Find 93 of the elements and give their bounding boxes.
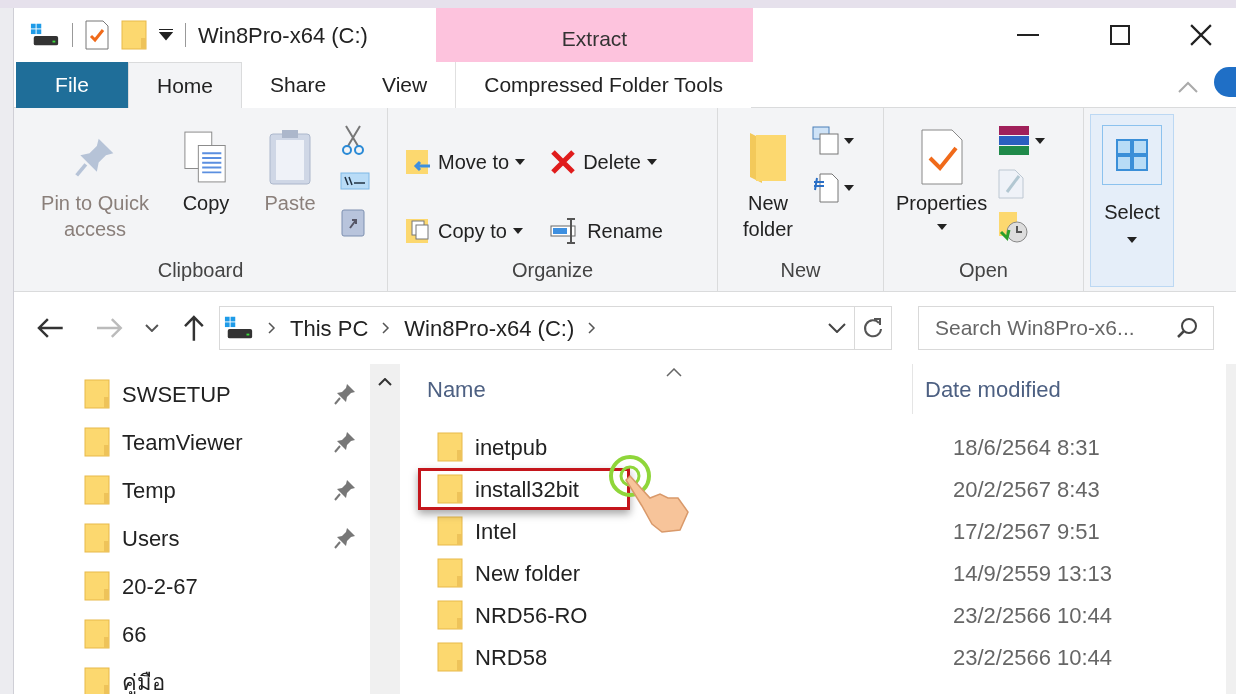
breadcrumb[interactable]: Win8Pro-x64 (C:) (404, 311, 575, 345)
chevron-down-icon[interactable] (145, 324, 160, 332)
ribbon-button[interactable]: Move to (404, 138, 526, 187)
ribbon-button[interactable]: Copy to (404, 206, 526, 255)
ribbon-button[interactable]: Delete (539, 138, 663, 187)
extract-context-header: Extract (436, 8, 753, 62)
caret-icon (844, 185, 854, 191)
paste-shortcut-icon[interactable] (340, 206, 366, 238)
folder-icon (84, 379, 110, 409)
drive-icon (30, 22, 60, 48)
folder-icon (121, 20, 147, 50)
nav-item[interactable]: Temp (14, 466, 370, 514)
back-arrow-icon[interactable] (36, 317, 64, 339)
file-name[interactable]: NRD56-RO (418, 594, 630, 636)
caret-icon (515, 159, 526, 166)
grid-icon (1116, 139, 1148, 171)
help-icon[interactable] (1214, 67, 1236, 97)
file-name[interactable]: Intel (418, 510, 630, 552)
caret-icon (646, 159, 657, 166)
clipboard-icon (268, 128, 312, 186)
group-label: Organize (511, 258, 594, 283)
folder-icon (84, 475, 110, 505)
folder-icon (84, 667, 110, 694)
folder-icon (437, 516, 463, 546)
date-cell-text: 23/2/2566 10:44 (953, 601, 1113, 630)
drive-icon (224, 315, 255, 341)
folder-arrow-icon (404, 148, 432, 177)
sort-caret-icon (666, 368, 682, 377)
scrollbar[interactable] (370, 364, 400, 694)
file-name[interactable]: NRD58 (418, 636, 630, 678)
folder-icon (437, 474, 463, 504)
file-name[interactable]: New folder (418, 552, 630, 594)
ribbon-tab[interactable]: Compressed Folder Tools (455, 62, 752, 108)
caret-icon (512, 227, 523, 234)
scroll-up-icon[interactable] (378, 378, 392, 386)
date-cell-text: 14/9/2559 13:13 (953, 559, 1113, 588)
search-field[interactable]: Search Win8Pro-x6... (918, 306, 1214, 350)
select-button[interactable]: Select (1090, 114, 1174, 287)
copy-path-icon[interactable] (340, 172, 370, 190)
nav-item[interactable]: Users (14, 514, 370, 562)
date-cell-text: 20/2/2567 8:43 (953, 475, 1100, 504)
caret-icon (936, 224, 947, 230)
date-cell-text: 18/6/2564 8:31 (953, 433, 1100, 462)
properties-icon (919, 128, 964, 186)
caret-icon (1127, 237, 1137, 243)
date-cell-text: 23/2/2566 10:44 (953, 643, 1113, 672)
folder-icon (84, 571, 110, 601)
address-bar[interactable]: This PC Win8Pro-x64 (C:) (219, 306, 892, 350)
ribbon-tab[interactable]: Home (128, 62, 243, 108)
nav-item[interactable]: 66 (14, 610, 370, 658)
caret-icon (1035, 138, 1046, 144)
history-icon[interactable] (997, 210, 1030, 244)
ribbon-button[interactable]: New folder (738, 124, 798, 255)
scissors-icon[interactable] (340, 124, 366, 156)
checklist-page-icon (85, 20, 109, 50)
group-label: Clipboard (157, 258, 244, 283)
file-name[interactable]: inetpub (418, 426, 630, 468)
breadcrumb-chevron-icon[interactable] (588, 322, 597, 334)
breadcrumb-chevron-icon[interactable] (382, 322, 391, 334)
close-icon (1190, 24, 1212, 46)
copy-icon (183, 129, 229, 185)
search-icon (1176, 317, 1198, 339)
nav-item[interactable]: 20-2-67 (14, 562, 370, 610)
window-title: Win8Pro-x64 (C:) (198, 21, 369, 50)
group-label: New (780, 258, 821, 283)
up-arrow-icon[interactable] (183, 314, 206, 342)
breadcrumb[interactable]: This PC (290, 311, 369, 345)
dropdown-icon[interactable] (159, 29, 173, 41)
folder-icon (437, 600, 463, 630)
file-name[interactable]: install32bit (418, 468, 630, 510)
folder-icon (84, 523, 110, 553)
archive-books-icon[interactable] (997, 124, 1032, 158)
ribbon-button[interactable]: Copy (168, 124, 244, 216)
folder-icon (437, 642, 463, 672)
column-header[interactable]: Date modified (925, 373, 1061, 416)
folder-icon (437, 432, 463, 462)
date-cell-text: 17/2/2567 9:51 (953, 517, 1100, 546)
easy-access-icon[interactable] (812, 172, 840, 204)
folder-icon (84, 619, 110, 649)
folder-icon (84, 427, 110, 457)
refresh-icon[interactable] (863, 317, 883, 339)
group-label: Open (959, 258, 1008, 283)
ribbon-tab[interactable]: File (16, 62, 128, 108)
chevron-down-icon[interactable] (828, 323, 846, 333)
caret-icon (844, 138, 854, 144)
nav-item[interactable]: SWSETUP (14, 370, 370, 418)
folder-icon (437, 558, 463, 588)
folder-pages-icon (404, 216, 432, 245)
column-header[interactable]: Name (427, 373, 912, 416)
nav-item[interactable]: TeamViewer (14, 418, 370, 466)
ribbon-button[interactable]: Rename (539, 206, 663, 255)
ribbon-button[interactable]: Properties (896, 124, 988, 255)
breadcrumb-chevron-icon[interactable] (268, 322, 277, 334)
